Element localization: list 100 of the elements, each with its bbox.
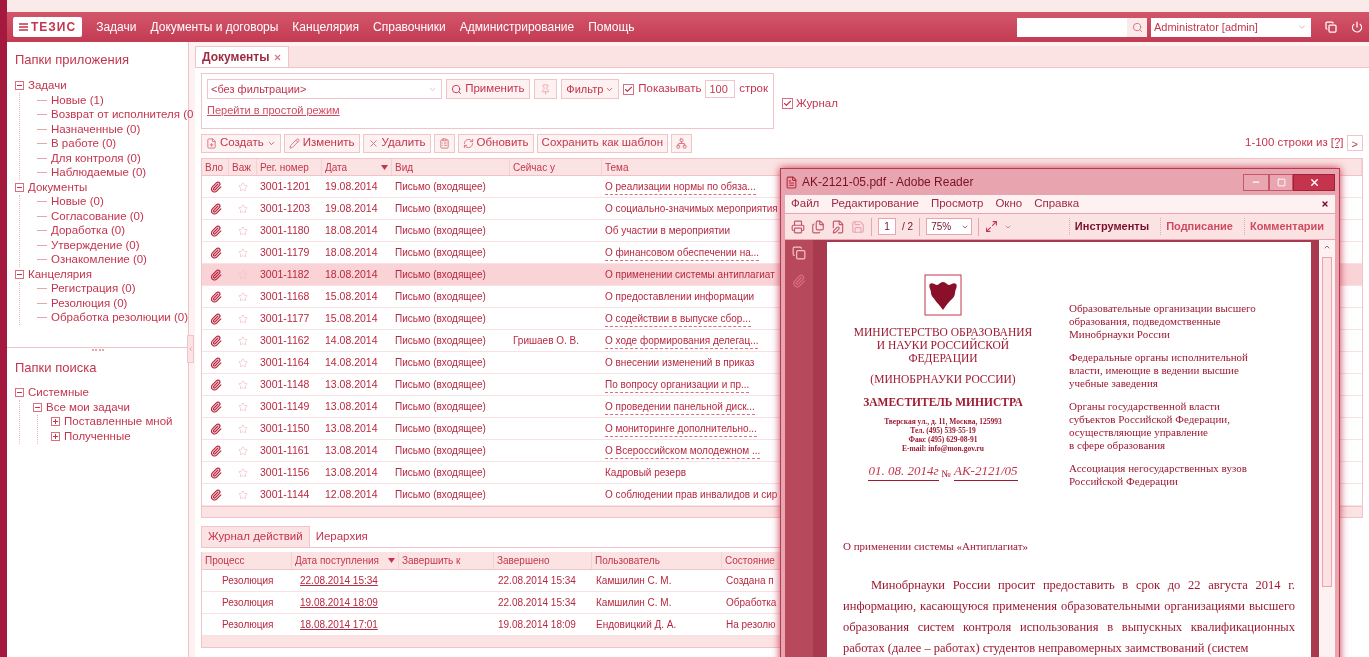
table-cell-text: 12.08.2014 <box>325 486 378 502</box>
table-cell-text: 19.08.2014 <box>325 200 378 216</box>
table-cell-text: 3001-1144 <box>260 486 310 502</box>
table-cell-text: О применении системы антиплагиат <box>605 268 775 282</box>
table-cell-text: Ендовицкий Д. А. <box>596 618 677 632</box>
table-cell-text: 3001-1149 <box>260 398 310 414</box>
table-cell-text: 19.08.2014 18:09 <box>498 618 576 632</box>
table-cell-text: Письмо (входящее) <box>395 466 486 480</box>
table-cell-text: 13.08.2014 <box>325 398 378 414</box>
addressee-text: Российской Федерации <box>1069 475 1179 488</box>
checkbox-label: Показывать <box>638 81 702 97</box>
table-cell-text: 22.08.2014 15:34 <box>498 596 576 610</box>
document-text: И НАУКИ РОССИЙСКОЙ <box>876 339 1010 352</box>
table-cell-text: О предоставлении информации <box>605 290 755 304</box>
table-cell-text: Создана п <box>726 574 774 588</box>
table-cell-text: 3001-1168 <box>260 288 310 304</box>
table-cell-text: 3001-1179 <box>260 244 310 260</box>
table-cell-text: 18.08.2014 <box>325 222 378 238</box>
addressee-text: в сфере образования <box>1069 439 1167 452</box>
table-cell: О мониторинге дополнительно... <box>605 420 757 437</box>
table-cell-text: 13.08.2014 <box>325 442 378 458</box>
handwritten-number: АК-2121/05 <box>954 460 1018 481</box>
table-cell-text: Письмо (входящее) <box>395 312 486 326</box>
table-cell-text: Письмо (входящее) <box>395 400 486 414</box>
handwritten-date: 01. 08. 2014г <box>868 460 939 481</box>
table-cell-text: 13.08.2014 <box>325 464 378 480</box>
table-cell-text: 3001-1164 <box>260 354 310 370</box>
table-cell-text: 3001-1156 <box>260 464 310 480</box>
table-cell: О финансовом обеспечении на... <box>605 244 760 261</box>
table-cell-text: Резолюция <box>222 574 274 588</box>
table-cell-text: Резолюция <box>222 618 274 632</box>
table-cell-text: О внесении изменений в приказ <box>605 356 755 370</box>
table-cell-text: 3001-1203 <box>260 200 311 216</box>
table-cell-text: Письмо (входящее) <box>395 290 486 304</box>
addressee-text: образования, подведомственные <box>1069 315 1222 328</box>
table-cell-text: Резолюция <box>222 596 274 610</box>
table-cell-text: Письмо (входящее) <box>395 202 486 216</box>
addressee-text: Федеральные органы исполнительной <box>1069 351 1249 364</box>
table-cell-text: Об участии в мероприятии <box>605 224 730 238</box>
app-logo: ТЕЗИС <box>13 17 83 37</box>
table-cell: О содействии в выпуске сбор... <box>605 310 751 327</box>
table-cell-text: 14.08.2014 <box>325 354 378 370</box>
addressee-text: Ассоциация негосударственных вузов <box>1069 462 1248 475</box>
table-cell: По вопросу организации и пр... <box>605 376 750 393</box>
table-cell-text: На резолю <box>726 618 776 632</box>
addressee-text: Органы государственной власти <box>1069 400 1221 413</box>
table-cell-text: Письмо (входящее) <box>395 356 486 370</box>
addressee-text: субъектов Российской Федерации, <box>1069 413 1231 426</box>
table-cell-text: 3001-1180 <box>260 222 310 238</box>
table-cell-text: Камшилин С. М. <box>596 574 672 588</box>
document-text: ЗАМЕСТИТЕЛЬ МИНИСТРА <box>863 395 1023 411</box>
table-cell-text: 15.08.2014 <box>325 310 378 326</box>
document-text: ФЕДЕРАЦИИ <box>908 352 978 365</box>
table-cell-text: 3001-1161 <box>260 442 310 458</box>
table-cell-text: 3001-1177 <box>260 310 310 326</box>
table-cell-text: Обработка <box>726 596 777 610</box>
table-cell-text: Письмо (входящее) <box>395 488 486 502</box>
table-cell: О Всероссийском молодежном ... <box>605 442 761 459</box>
table-cell-text: 13.08.2014 <box>325 376 378 392</box>
table-cell-text: 3001-1182 <box>260 266 310 282</box>
addressee-text: учебные заведения <box>1069 377 1159 390</box>
unit-label: строк <box>739 81 768 97</box>
table-cell-text: 13.08.2014 <box>325 420 378 436</box>
table-cell-text: Письмо (входящее) <box>395 378 486 392</box>
page-count: / 2 <box>902 220 914 234</box>
table-cell-text: О социально-значимых мероприятия <box>605 202 778 216</box>
table-cell-text: 14.08.2014 <box>325 332 378 348</box>
addressee-text: Образовательные организации высшего <box>1069 302 1256 315</box>
document-subject: О применении системы «Антиплагиат» <box>843 539 1030 554</box>
window-title: AK-2121-05.pdf - Adobe Reader <box>802 174 974 191</box>
panel-title: Папки приложения <box>15 51 130 69</box>
table-cell-text: Гришаев О. В. <box>513 334 580 348</box>
table-cell-text: 3001-1162 <box>260 332 310 348</box>
panel-title: Папки поиска <box>15 359 98 377</box>
table-cell-text: Кадровый резерв <box>605 466 687 480</box>
table-cell: О ходе формирования делегац... <box>605 332 759 349</box>
document-text: МИНИСТЕРСТВО ОБРАЗОВАНИЯ <box>853 326 1033 338</box>
document-text: № <box>941 467 952 481</box>
table-cell: О реализации нормы по обяза... <box>605 178 756 195</box>
table-cell-text: О соблюдении прав инвалидов и сир <box>605 488 778 502</box>
table-cell-text: Письмо (входящее) <box>395 246 486 260</box>
table-cell-text: Камшилин С. М. <box>596 596 672 610</box>
table-cell-text: 3001-1201 <box>260 178 311 194</box>
table-cell: О проведении панельной диск... <box>605 398 755 415</box>
pager-text: 1-100 строки из <box>1245 135 1328 151</box>
document-text: (МИНОБРНАУКИ РОССИИ) <box>870 372 1016 388</box>
table-cell-text: Письмо (входящее) <box>395 268 486 282</box>
table-cell-text: 18.08.2014 <box>325 244 378 260</box>
table-cell-text: 3001-1148 <box>260 376 310 392</box>
table-cell-text: 18.08.2014 <box>325 266 378 282</box>
table-cell-text: 19.08.2014 <box>325 178 378 194</box>
addressee-text: Минобрнауки России <box>1069 328 1171 341</box>
table-cell-text: Письмо (входящее) <box>395 334 486 348</box>
document-paragraph: Минобрнауки России просит предоставить в срок до 22 августа 2014 г. информацию, касающуюся применения образовательными организациями высшего образования систем контроля использования в выпускных квалификационных работах (далее – работах) студентов неправомерных заимствований (систем <box>843 576 1295 657</box>
table-cell-text: Письмо (входящее) <box>395 444 486 458</box>
table-cell-text: Письмо (входящее) <box>395 180 486 194</box>
addressee-text: осуществляющие управление <box>1069 426 1209 439</box>
table-cell-text: 22.08.2014 15:34 <box>498 574 576 588</box>
table-cell-text: Письмо (входящее) <box>395 224 486 238</box>
table-cell-text: 3001-1150 <box>260 420 310 436</box>
